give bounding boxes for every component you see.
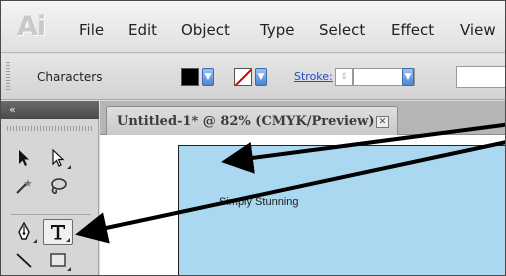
stroke-weight-select[interactable]: ▼ bbox=[353, 68, 415, 86]
app-logo: Ai bbox=[17, 11, 46, 42]
menu-edit[interactable]: Edit bbox=[128, 21, 157, 39]
document-tab[interactable]: Untitled-1* @ 82% (CMYK/Preview) ✕ bbox=[106, 106, 398, 135]
lasso-tool[interactable] bbox=[43, 173, 73, 199]
flyout-indicator-icon bbox=[33, 239, 37, 243]
tools-panel: « bbox=[1, 101, 99, 275]
direct-selection-arrow-icon bbox=[52, 149, 65, 167]
tools-panel-header: « bbox=[1, 101, 99, 119]
menu-file[interactable]: File bbox=[79, 21, 104, 39]
line-segment-tool[interactable] bbox=[9, 247, 39, 273]
tools-panel-grip[interactable] bbox=[7, 126, 93, 131]
control-bar-field[interactable] bbox=[456, 66, 505, 88]
stroke-swatch-none[interactable] bbox=[234, 68, 252, 86]
magic-wand-tool[interactable] bbox=[9, 173, 39, 199]
artboard-text[interactable]: Simply Stunning bbox=[219, 196, 299, 208]
flyout-indicator-icon bbox=[67, 165, 71, 169]
flyout-indicator-icon bbox=[67, 267, 71, 271]
rectangle-icon bbox=[50, 253, 66, 267]
stroke-weight-dropdown-icon[interactable]: ▼ bbox=[402, 68, 414, 86]
fill-dropdown-icon[interactable]: ▼ bbox=[202, 68, 214, 86]
stroke-weight-stepper[interactable]: ⇕ bbox=[335, 68, 353, 86]
rectangle-tool[interactable] bbox=[43, 247, 73, 273]
collapse-panel-icon[interactable]: « bbox=[9, 103, 16, 116]
pen-tool[interactable] bbox=[9, 219, 39, 245]
menu-view[interactable]: View bbox=[460, 21, 496, 39]
menu-bar: Ai File Edit Object Type Select Effect V… bbox=[1, 1, 505, 53]
close-tab-icon[interactable]: ✕ bbox=[376, 116, 389, 128]
characters-label[interactable]: Characters bbox=[37, 70, 103, 84]
menu-effect[interactable]: Effect bbox=[391, 21, 434, 39]
app-window: Ai File Edit Object Type Select Effect V… bbox=[0, 0, 506, 276]
lasso-icon bbox=[51, 178, 67, 194]
artboard[interactable]: Simply Stunning bbox=[178, 145, 505, 275]
type-t-icon bbox=[51, 225, 65, 240]
line-segment-icon bbox=[16, 253, 32, 268]
tools-divider bbox=[11, 214, 91, 215]
control-bar: Characters ▼ ▼ Stroke: ⇕ ▼ bbox=[1, 54, 505, 100]
stroke-dropdown-icon[interactable]: ▼ bbox=[255, 68, 267, 86]
canvas-area[interactable]: Simply Stunning bbox=[100, 135, 505, 275]
document-title: Untitled-1* @ 82% (CMYK/Preview) bbox=[117, 114, 375, 129]
menu-type[interactable]: Type bbox=[260, 21, 294, 39]
stroke-label[interactable]: Stroke: bbox=[294, 70, 333, 83]
flyout-indicator-icon bbox=[66, 238, 70, 242]
selection-tool[interactable] bbox=[9, 145, 39, 171]
fill-swatch[interactable] bbox=[181, 68, 199, 86]
document-tab-strip: Untitled-1* @ 82% (CMYK/Preview) ✕ bbox=[100, 101, 505, 135]
panel-grip[interactable] bbox=[6, 62, 10, 92]
selection-arrow-icon bbox=[19, 150, 29, 166]
pen-nib-icon bbox=[18, 222, 30, 240]
menu-select[interactable]: Select bbox=[319, 21, 365, 39]
magic-wand-icon bbox=[16, 179, 32, 194]
menu-object[interactable]: Object bbox=[181, 21, 230, 39]
type-tool[interactable] bbox=[43, 219, 73, 245]
direct-selection-tool[interactable] bbox=[43, 145, 73, 171]
